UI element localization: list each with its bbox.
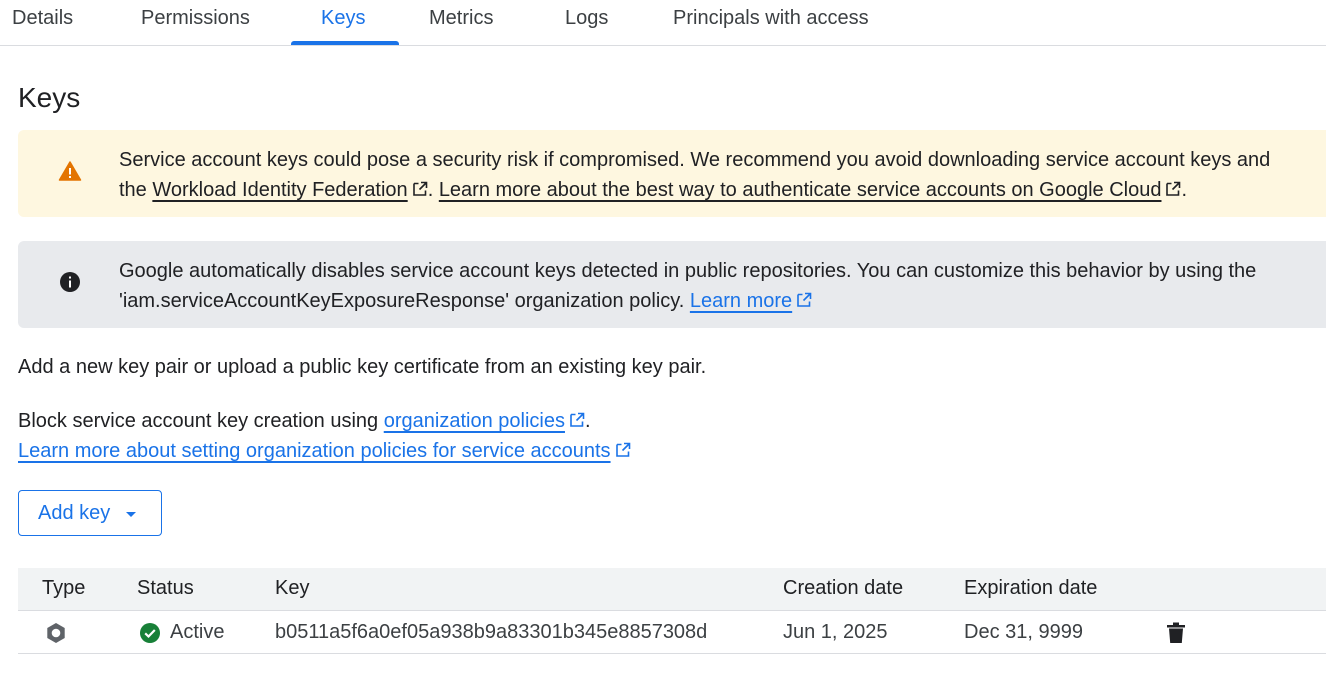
column-header-creation-date: Creation date bbox=[783, 577, 904, 599]
info-line-1: Google automatically disables service ac… bbox=[119, 260, 1257, 282]
security-warning-banner: Service account keys could pose a securi… bbox=[18, 130, 1326, 217]
info-line-2-text: 'iam.serviceAccountKeyExposureResponse' … bbox=[119, 290, 690, 312]
tab-logs[interactable]: Logs bbox=[565, 0, 608, 45]
org-policies-learn-more: Learn more about setting organization po… bbox=[18, 440, 631, 463]
status-text: Active bbox=[170, 621, 225, 643]
authenticate-service-accounts-link[interactable]: Learn more about the best way to authent… bbox=[439, 179, 1162, 201]
warning-text: Service account keys could pose a securi… bbox=[119, 145, 1270, 205]
block-text-suffix: . bbox=[584, 410, 591, 432]
service-account-key-icon bbox=[47, 623, 65, 643]
tab-keys[interactable]: Keys bbox=[321, 0, 365, 45]
organization-policies-link[interactable]: organization policies bbox=[384, 410, 565, 432]
tab-principals-with-access[interactable]: Principals with access bbox=[673, 0, 869, 45]
warning-suffix: . bbox=[1181, 179, 1188, 201]
dropdown-caret-icon bbox=[126, 512, 136, 517]
info-icon bbox=[60, 272, 80, 292]
authenticate-service-accounts-link-label: Learn more about the best way to authent… bbox=[438, 179, 1162, 201]
org-policies-learn-more-link[interactable]: Learn more about setting organization po… bbox=[18, 440, 611, 462]
external-link-icon bbox=[797, 292, 812, 307]
tab-metrics[interactable]: Metrics bbox=[429, 0, 493, 45]
add-key-label: Add key bbox=[38, 502, 111, 524]
organization-policies-link-label: organization policies bbox=[383, 410, 565, 432]
warning-line-2: the Workload Identity Federation. Learn … bbox=[119, 175, 1270, 205]
add-key-button[interactable]: Add key bbox=[18, 490, 162, 536]
key-exposure-info-banner: Google automatically disables service ac… bbox=[18, 241, 1326, 328]
org-policies-learn-more-link-label: Learn more about setting organization po… bbox=[18, 440, 611, 462]
delete-icon[interactable] bbox=[1165, 621, 1187, 645]
column-header-status: Status bbox=[137, 577, 194, 599]
active-tab-indicator bbox=[291, 41, 399, 45]
block-text-prefix: Block service account key creation using bbox=[18, 410, 384, 432]
key-id: b0511a5f6a0ef05a938b9a83301b345e8857308d bbox=[275, 621, 708, 643]
warning-line-1: Service account keys could pose a securi… bbox=[119, 149, 1271, 171]
info-text: Google automatically disables service ac… bbox=[119, 256, 1256, 316]
external-link-icon bbox=[1166, 181, 1181, 196]
tab-bar: Details Permissions Keys Metrics Logs Pr… bbox=[0, 0, 1326, 46]
keys-table-header: Type Status Key Creation date Expiration… bbox=[18, 568, 1326, 611]
intro-text: Add a new key pair or upload a public ke… bbox=[18, 356, 707, 378]
info-learn-more-link-label: Learn more bbox=[689, 290, 793, 312]
creation-date: Jun 1, 2025 bbox=[783, 621, 888, 643]
external-link-icon bbox=[615, 442, 630, 457]
warning-prefix: the bbox=[119, 179, 153, 201]
info-line-2: 'iam.serviceAccountKeyExposureResponse' … bbox=[119, 286, 1256, 316]
check-circle-icon bbox=[140, 623, 160, 643]
page-title: Keys bbox=[18, 82, 81, 113]
workload-identity-federation-link[interactable]: Workload Identity Federation bbox=[152, 179, 407, 201]
tab-details[interactable]: Details bbox=[12, 0, 73, 45]
info-learn-more-link[interactable]: Learn more bbox=[690, 290, 792, 312]
tab-permissions[interactable]: Permissions bbox=[141, 0, 250, 45]
warning-icon bbox=[58, 161, 82, 181]
column-header-expiration-date: Expiration date bbox=[964, 577, 1098, 599]
external-link-icon bbox=[570, 412, 585, 427]
block-key-creation-text: Block service account key creation using… bbox=[18, 410, 591, 433]
table-row: Active b0511a5f6a0ef05a938b9a83301b345e8… bbox=[18, 611, 1326, 654]
workload-identity-federation-link-label: Workload Identity Federation bbox=[152, 179, 408, 201]
column-header-key: Key bbox=[275, 577, 310, 599]
column-header-type: Type bbox=[42, 577, 86, 599]
expiration-date: Dec 31, 9999 bbox=[964, 621, 1083, 643]
warning-separator: . bbox=[427, 179, 439, 201]
external-link-icon bbox=[412, 181, 427, 196]
